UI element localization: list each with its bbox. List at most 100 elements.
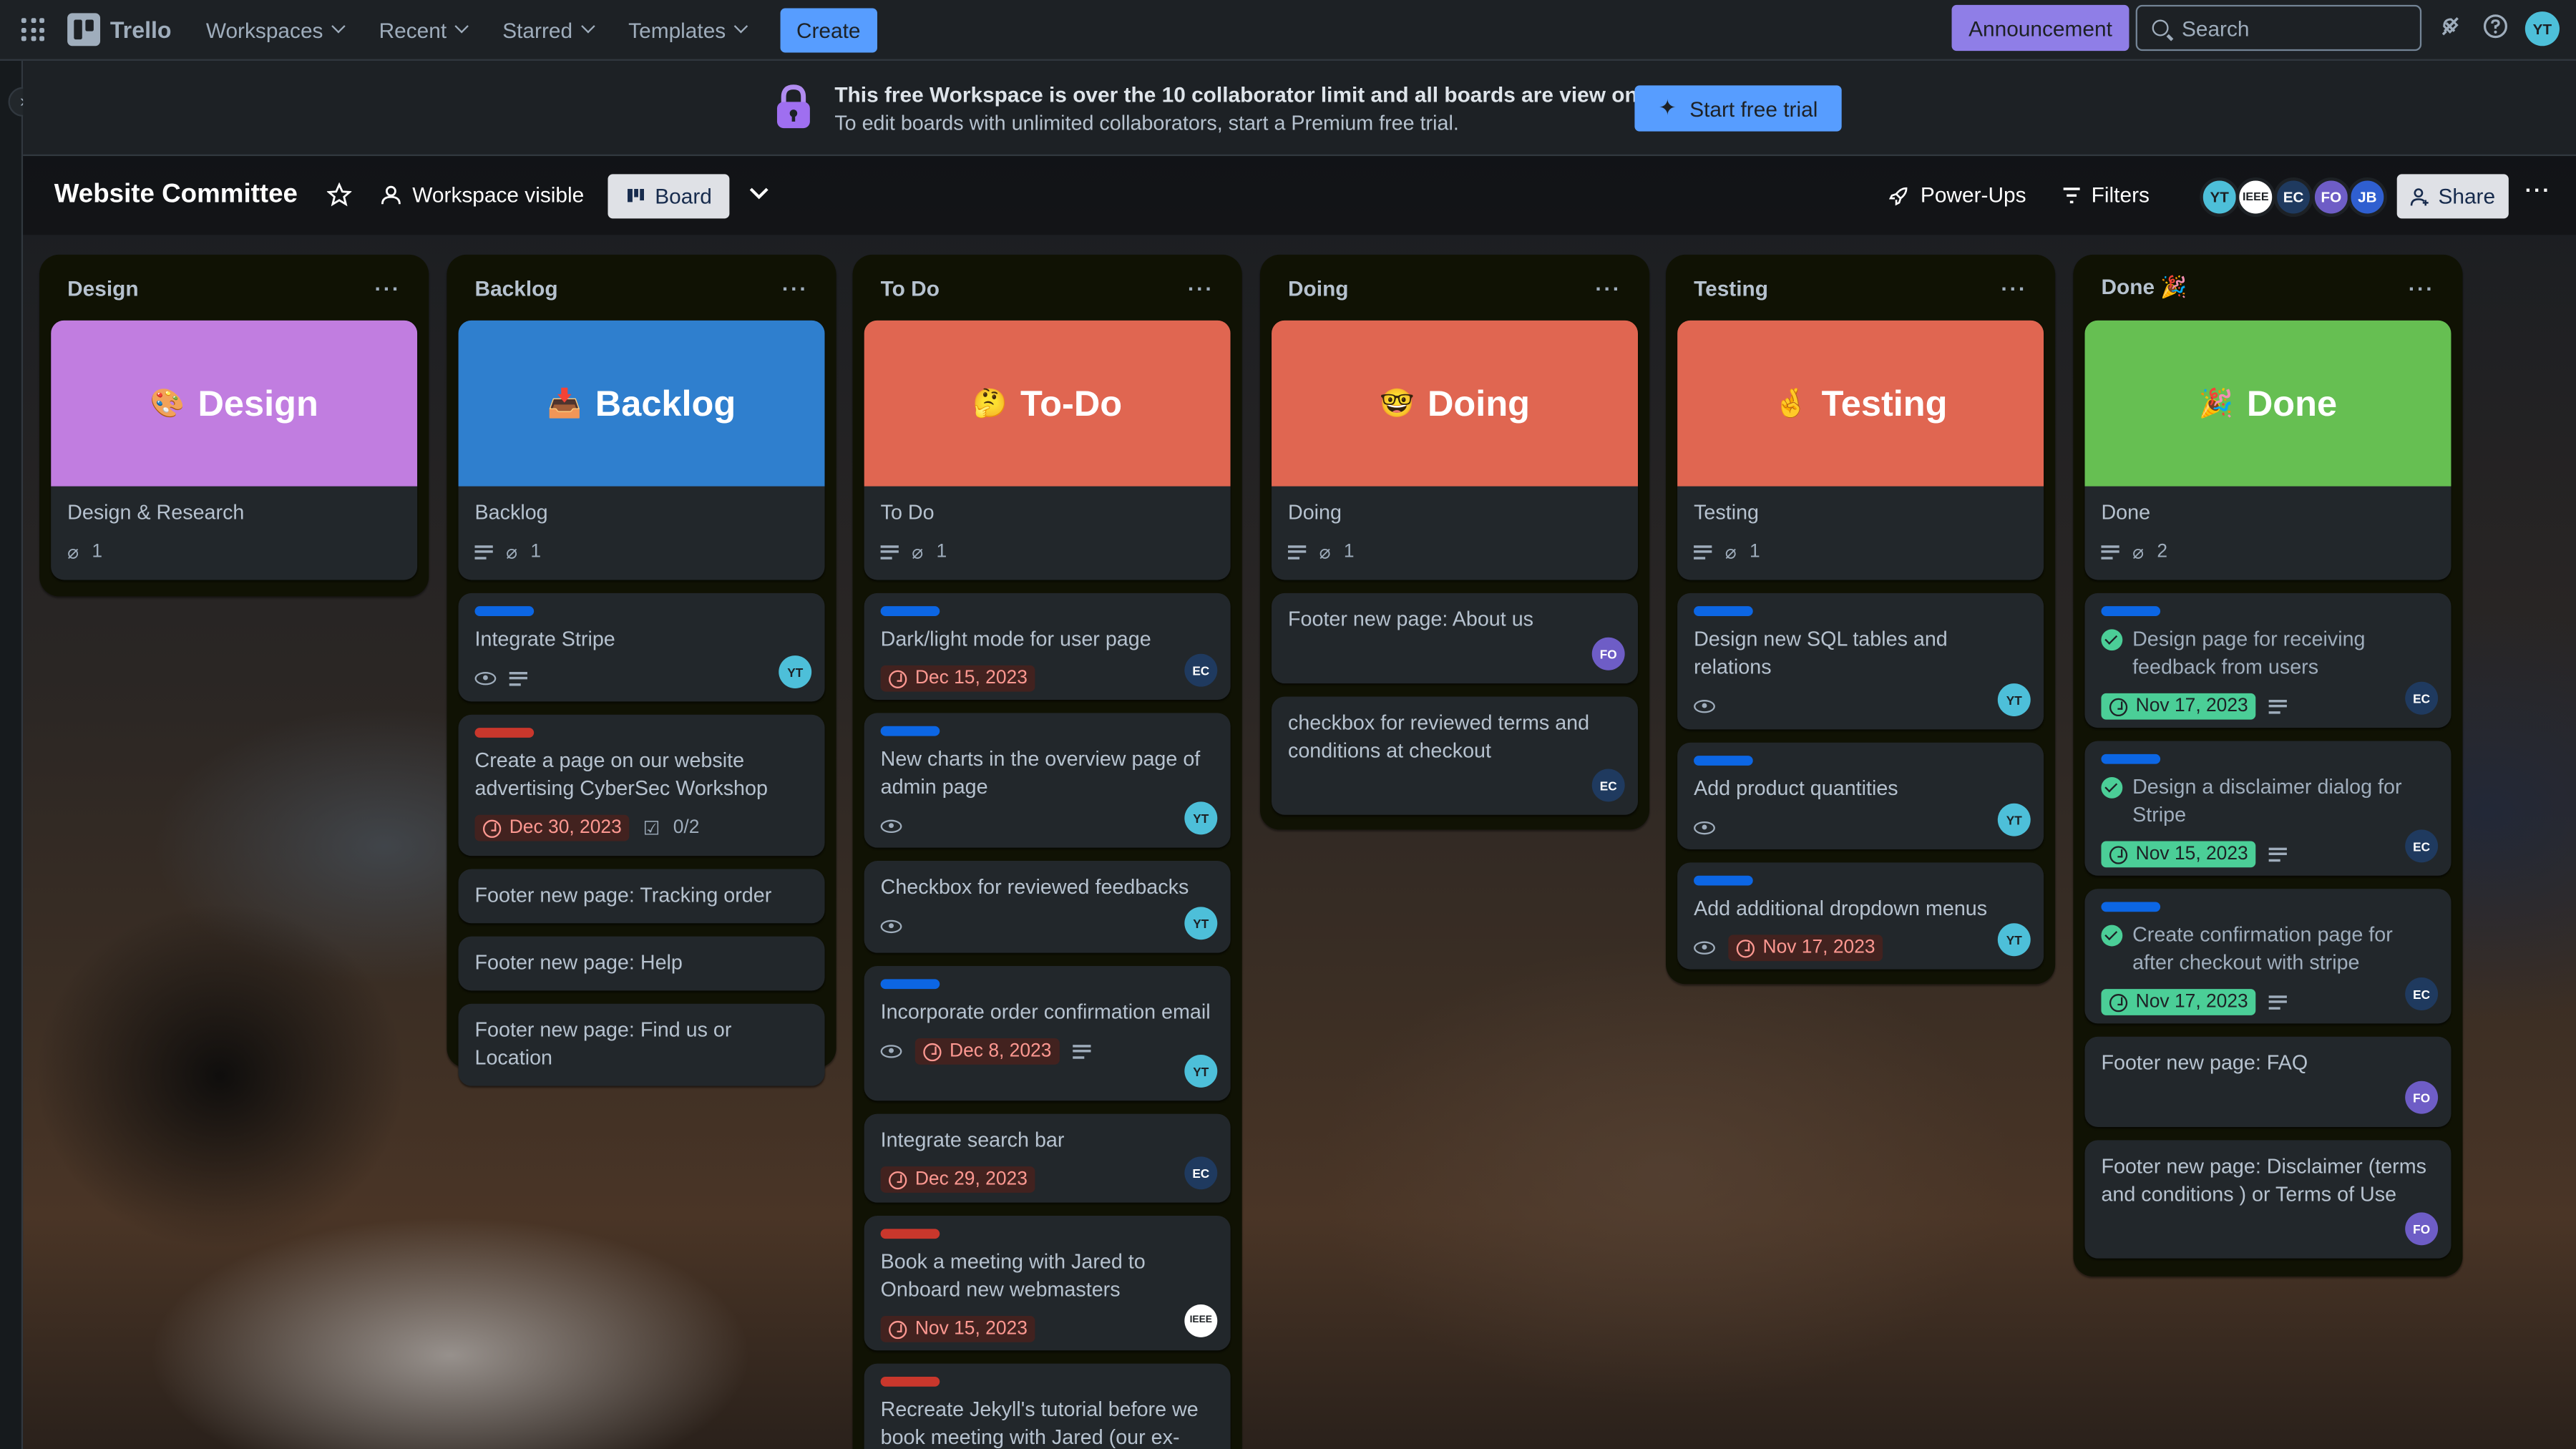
member-avatar[interactable]: YT [1997,923,2031,957]
card[interactable]: Integrate Stripe YT [458,592,825,702]
search-input[interactable]: Search [2135,4,2422,52]
nav-templates-label: Templates [628,17,726,42]
member-avatar[interactable]: IEEE [1184,1304,1218,1337]
due-date-badge[interactable]: Dec 15, 2023 [880,665,1036,692]
nav-workspaces[interactable]: Workspaces [188,17,361,42]
member-avatar[interactable]: YT [2200,177,2240,218]
cover-card[interactable]: 🎨 Design Design & Research ⌀ 1 [51,320,418,580]
list-title[interactable]: Backlog [475,275,558,300]
list-menu-icon[interactable]: ··· [782,275,809,300]
card[interactable]: Add product quantities YT [1677,742,2044,849]
nav-templates[interactable]: Templates [610,17,763,42]
create-button[interactable]: Create [779,7,877,52]
member-avatar[interactable]: JB [2347,177,2387,218]
due-date-badge[interactable]: Nov 17, 2023 [2101,693,2257,720]
member-avatar[interactable]: FO [2405,1212,2439,1246]
user-avatar[interactable]: YT [2524,11,2560,47]
member-avatar[interactable]: YT [1184,801,1218,835]
card[interactable]: Dark/light mode for user page Dec 15, 20… [864,592,1231,701]
member-avatar[interactable]: EC [1184,1156,1218,1190]
card[interactable]: Add additional dropdown menus Nov 17, 20… [1677,862,2044,970]
cover-card[interactable]: 🤔 To-Do To Do ⌀ 1 [864,320,1231,580]
card[interactable]: Create confirmation page for after check… [2084,889,2451,1024]
board-menu-icon[interactable]: ··· [2525,177,2552,202]
cover-card[interactable]: 🤞 Testing Testing ⌀ 1 [1677,320,2044,580]
due-date-badge[interactable]: Dec 8, 2023 [914,1038,1060,1065]
card[interactable]: Design new SQL tables and relations YT [1677,592,2044,730]
list-menu-icon[interactable]: ··· [2001,275,2027,300]
member-avatar[interactable]: FO [2405,1080,2439,1114]
card[interactable]: Incorporate order confirmation email Dec… [864,965,1231,1101]
member-avatar[interactable]: EC [2405,829,2439,863]
app-switcher-icon[interactable] [21,16,48,43]
card[interactable]: Design page for receiving feedback from … [2084,592,2451,728]
member-avatar[interactable]: FO [1591,637,1625,670]
member-avatar[interactable]: YT [1997,683,2031,717]
card[interactable]: checkbox for reviewed terms and conditio… [1272,696,1639,815]
list-menu-icon[interactable]: ··· [1595,275,1621,300]
card[interactable]: Checkbox for reviewed feedbacks YT [864,861,1231,953]
card[interactable]: Book a meeting with Jared to Onboard new… [864,1215,1231,1351]
member-avatar[interactable]: YT [1997,803,2031,836]
member-avatar[interactable]: YT [1184,907,1218,940]
board-view-button[interactable]: Board [608,174,730,219]
power-ups-button[interactable]: Power-Ups [1888,182,2026,207]
card[interactable]: Footer new page: About us FO [1272,592,1639,684]
member-avatar[interactable]: EC [1184,653,1218,687]
star-board-icon[interactable] [326,182,352,207]
share-button[interactable]: Share [2396,174,2509,219]
card[interactable]: Footer new page: Find us or Location [458,1003,825,1086]
view-switcher-chevron-icon[interactable] [748,185,771,202]
member-avatar[interactable]: EC [1591,769,1625,802]
list-title[interactable]: To Do [881,275,940,300]
cover-card[interactable]: 🤓 Doing Doing ⌀ 1 [1272,320,1639,580]
card[interactable]: Create a page on our website advertising… [458,714,825,857]
card-title: Recreate Jekyll's tutorial before we boo… [880,1397,1199,1449]
member-avatar[interactable]: FO [2311,177,2351,218]
list-menu-icon[interactable]: ··· [374,275,401,300]
list-title[interactable]: Done 🎉 [2101,274,2187,301]
nav-workspaces-label: Workspaces [205,17,323,42]
nav-recent[interactable]: Recent [361,17,484,42]
nav-starred[interactable]: Starred [484,17,610,42]
filters-button[interactable]: Filters [2062,182,2150,207]
card[interactable]: Recreate Jekyll's tutorial before we boo… [864,1363,1231,1449]
list-doing: Doing ··· 🤓 Doing Doing ⌀ 1 Footer new page… [1259,254,1650,830]
due-date-badge[interactable]: Nov 17, 2023 [1728,935,1884,962]
due-date-badge[interactable]: Dec 30, 2023 [474,814,630,841]
member-avatar[interactable]: YT [1184,1054,1218,1088]
member-avatar[interactable]: YT [779,655,812,688]
card[interactable]: Integrate search bar Dec 29, 2023 EC [864,1113,1231,1203]
list-menu-icon[interactable]: ··· [1188,275,1214,300]
due-date-badge[interactable]: Nov 17, 2023 [2101,989,2257,1015]
card[interactable]: Footer new page: Disclaimer (terms and c… [2084,1140,2451,1259]
cover-card[interactable]: 📥 Backlog Backlog ⌀ 1 [458,320,825,580]
member-avatar[interactable]: EC [2405,977,2439,1010]
list-title[interactable]: Testing [1694,275,1768,300]
member-avatar[interactable]: EC [2273,177,2313,218]
cover-card[interactable]: 🎉 Done Done ⌀ 2 [2084,320,2451,580]
trello-logo[interactable]: Trello [67,13,172,47]
complete-check-icon[interactable] [2101,629,2123,651]
help-icon[interactable] [2481,13,2510,42]
member-avatar[interactable]: IEEE [2235,177,2275,218]
complete-check-icon[interactable] [2101,776,2123,799]
card[interactable]: Footer new page: Tracking order [458,869,825,924]
card[interactable]: New charts in the overview page of admin… [864,713,1231,848]
bell-icon[interactable] [2436,13,2466,42]
card[interactable]: Footer new page: Help [458,936,825,991]
card[interactable]: Design a disclaimer dialog for Stripe No… [2084,741,2451,876]
due-date-badge[interactable]: Dec 29, 2023 [880,1166,1036,1193]
complete-check-icon[interactable] [2101,924,2123,947]
board-title[interactable]: Website Committee [54,181,298,210]
member-avatar[interactable]: EC [2405,681,2439,715]
start-free-trial-button[interactable]: ✦ Start free trial [1634,85,1842,132]
due-date-badge[interactable]: Nov 15, 2023 [880,1316,1036,1342]
card[interactable]: Footer new page: FAQ FO [2084,1036,2451,1127]
announcement-button[interactable]: Announcement [1951,4,2129,52]
list-title[interactable]: Doing [1288,275,1349,300]
due-date-badge[interactable]: Nov 15, 2023 [2101,841,2257,868]
workspace-visible-button[interactable]: Workspace visible [379,182,584,207]
list-menu-icon[interactable]: ··· [2409,275,2435,300]
list-title[interactable]: Design [67,275,139,300]
